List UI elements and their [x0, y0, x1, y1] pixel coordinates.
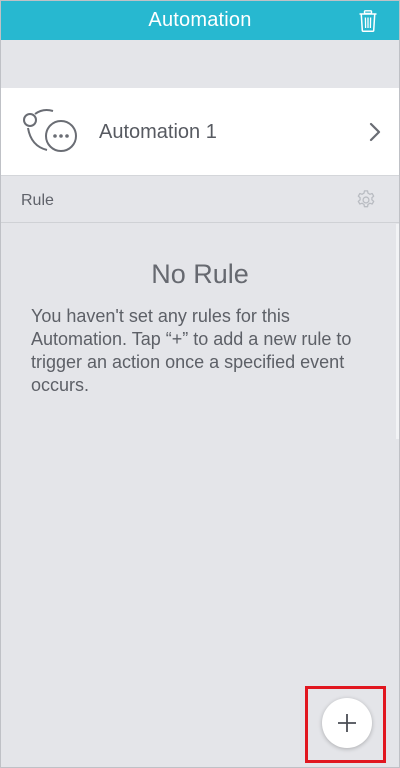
- rule-label: Rule: [21, 192, 54, 209]
- add-rule-button[interactable]: [322, 698, 372, 748]
- trash-icon: [359, 10, 377, 32]
- delete-button[interactable]: [357, 9, 379, 33]
- scrollbar: [396, 224, 399, 439]
- empty-state-title: No Rule: [151, 259, 249, 289]
- automation-item[interactable]: Automation 1: [1, 88, 399, 176]
- automation-cycle-icon: [23, 109, 77, 152]
- app-screen: Automation Automation 1 Rule No Rule You…: [0, 0, 400, 768]
- chevron-right-icon: [369, 122, 381, 142]
- app-header: Automation: [1, 1, 399, 40]
- automation-name: Automation 1: [99, 121, 217, 143]
- rule-section-header: Rule: [1, 177, 399, 223]
- gear-icon: [357, 190, 375, 208]
- empty-state-description: You haven't set any rules for this Autom…: [31, 306, 352, 395]
- plus-icon: [338, 714, 356, 732]
- rule-settings-button[interactable]: [355, 189, 377, 211]
- header-title: Automation: [148, 9, 252, 31]
